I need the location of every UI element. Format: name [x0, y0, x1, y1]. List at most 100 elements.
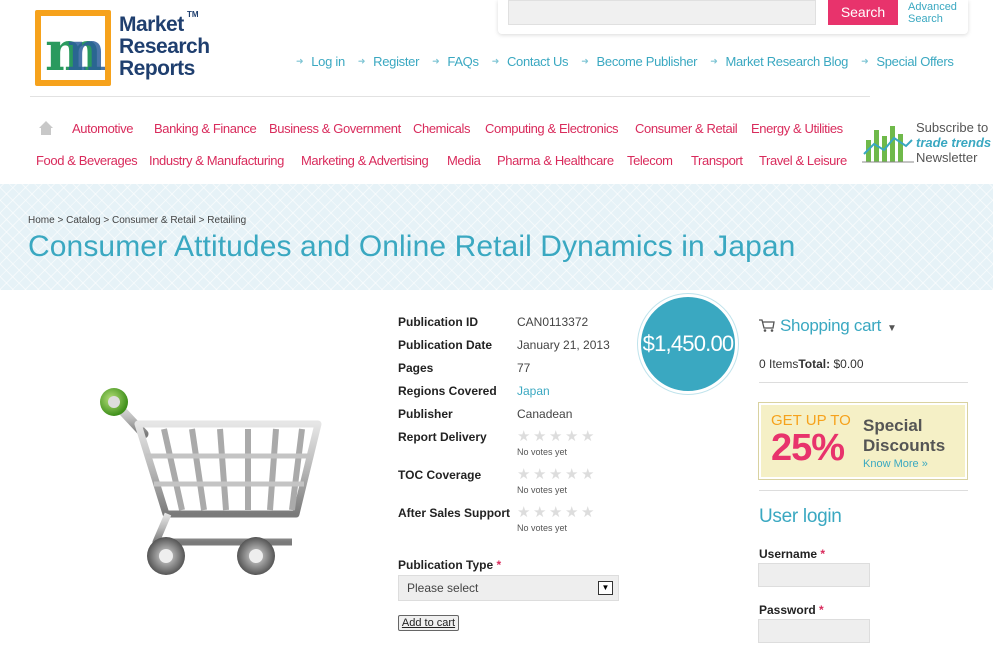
cat-telecom[interactable]: Telecom [627, 153, 673, 168]
star-icon[interactable]: ★ [533, 505, 547, 520]
star-icon[interactable]: ★ [533, 467, 547, 482]
report-delivery-rating: Report Delivery ★ ★ ★ ★ ★ No votes yet [398, 428, 595, 457]
cat-transport[interactable]: Transport [691, 153, 743, 168]
nav-contact[interactable]: ➜ Contact Us [492, 52, 569, 70]
arrow-icon: ➜ [581, 55, 589, 66]
pub-date-value: January 21, 2013 [517, 338, 610, 352]
no-votes-text: No votes yet [517, 523, 568, 533]
cat-banking-finance[interactable]: Banking & Finance [154, 121, 257, 136]
star-icon[interactable]: ★ [565, 429, 579, 444]
star-icon[interactable]: ★ [565, 505, 579, 520]
top-nav: ➜ Log in ➜ Register ➜ FAQs ➜ Contact Us ➜ Bec… [296, 52, 954, 70]
star-rating[interactable]: ★ ★ ★ ★ ★ [517, 429, 595, 444]
username-label: Username * [759, 547, 826, 561]
publication-type-select[interactable]: Please select ▼ [398, 575, 619, 601]
page-title: Consumer Attitudes and Online Retail Dyn… [28, 230, 796, 263]
arrow-icon: ➜ [357, 55, 366, 66]
star-icon[interactable]: ★ [565, 467, 579, 482]
star-icon[interactable]: ★ [517, 505, 531, 520]
star-icon[interactable]: ★ [581, 505, 595, 520]
cat-pharma-healthcare[interactable]: Pharma & Healthcare [497, 153, 614, 168]
no-votes-text: No votes yet [517, 485, 568, 495]
arrow-icon: ➜ [491, 55, 500, 66]
breadcrumb-catalog[interactable]: Catalog [66, 215, 100, 226]
star-icon[interactable]: ★ [549, 467, 563, 482]
cat-marketing-advertising[interactable]: Marketing & Advertising [301, 153, 429, 168]
regions-value-link[interactable]: Japan [517, 384, 550, 398]
chevron-down-icon[interactable]: ▼ [887, 323, 897, 334]
cat-business-government[interactable]: Business & Government [269, 121, 401, 136]
price-value: $1,450.00 [642, 331, 734, 356]
cat-media[interactable]: Media [447, 153, 481, 168]
know-more-link[interactable]: Know More » [863, 458, 928, 470]
search-button[interactable]: Search [828, 0, 898, 25]
special-discounts-promo[interactable]: GET UP TO 25% Special Discounts Know More… [758, 402, 968, 480]
shopping-cart-header[interactable]: Shopping cart ▼ [759, 316, 897, 336]
nav-special-offers[interactable]: ➜ Special Offers [861, 52, 954, 70]
site-logo[interactable]: m n Market Research Reports TM [35, 10, 225, 88]
breadcrumb-consumer-retail[interactable]: Consumer & Retail [112, 215, 196, 226]
newsletter-text: Subscribe to trade trends Newsletter [916, 120, 992, 165]
cat-food-beverages[interactable]: Food & Beverages [36, 153, 138, 168]
arrow-icon: ➜ [710, 55, 718, 66]
logo-wordmark: Market Research Reports [119, 13, 210, 80]
dropdown-arrow-icon[interactable]: ▼ [598, 581, 613, 595]
breadcrumb: Home > Catalog > Consumer & Retail > Ret… [28, 215, 247, 226]
cart-summary: 0 ItemsTotal: $0.00 [759, 357, 864, 371]
password-label: Password * [759, 603, 824, 617]
star-icon[interactable]: ★ [549, 429, 563, 444]
cart-icon [759, 319, 775, 332]
search-input[interactable] [508, 0, 816, 25]
logo-mark: m n [35, 10, 111, 86]
search-bar: Search Advanced Search [498, 0, 968, 34]
cat-energy-utilities[interactable]: Energy & Utilities [751, 121, 843, 136]
star-icon[interactable]: ★ [517, 429, 531, 444]
publication-type-label: Publication Type * [398, 558, 502, 572]
star-icon[interactable]: ★ [581, 467, 595, 482]
publisher-label: Publisher [398, 407, 453, 421]
cat-industry-manufacturing[interactable]: Industry & Manufacturing [149, 153, 284, 168]
nav-register[interactable]: ➜ Register [357, 52, 420, 70]
toc-coverage-rating: TOC Coverage ★ ★ ★ ★ ★ No votes yet [398, 466, 595, 495]
cat-travel-leisure[interactable]: Travel & Leisure [759, 153, 847, 168]
arrow-icon: ➜ [296, 55, 304, 66]
divider [30, 96, 870, 97]
price-badge: $1,450.00 [638, 294, 738, 394]
nav-login[interactable]: ➜ Log in [296, 52, 345, 70]
category-nav-row-2: Food & Beverages Industry & Manufacturin… [0, 153, 860, 171]
user-login-title: User login [759, 506, 842, 527]
no-votes-text: No votes yet [517, 447, 568, 457]
breadcrumb-home[interactable]: Home [28, 215, 55, 226]
divider [759, 490, 968, 491]
newsletter-link[interactable]: Subscribe to trade trends Newsletter [862, 120, 993, 166]
breadcrumb-retailing[interactable]: Retailing [207, 215, 246, 226]
password-field[interactable] [758, 619, 870, 643]
star-rating[interactable]: ★ ★ ★ ★ ★ [517, 505, 595, 520]
nav-become-publisher[interactable]: ➜ Become Publisher [581, 52, 697, 70]
star-icon[interactable]: ★ [581, 429, 595, 444]
divider [759, 382, 968, 383]
pages-value: 77 [517, 361, 531, 375]
after-sales-rating: After Sales Support ★ ★ ★ ★ ★ No votes yet [398, 504, 595, 533]
pub-id-label: Publication ID [398, 315, 479, 329]
nav-blog[interactable]: ➜ Market Research Blog [710, 52, 848, 70]
advanced-search-link[interactable]: Advanced Search [908, 1, 968, 25]
cat-consumer-retail[interactable]: Consumer & Retail [635, 121, 738, 136]
nav-faqs[interactable]: ➜ FAQs [432, 52, 479, 70]
star-icon[interactable]: ★ [533, 429, 547, 444]
category-nav-row-1: Automotive Banking & Finance Business & … [0, 121, 860, 139]
username-field[interactable] [758, 563, 870, 587]
bar-chart-icon [862, 126, 914, 163]
regions-label: Regions Covered [398, 384, 497, 398]
cat-chemicals[interactable]: Chemicals [413, 121, 470, 136]
publisher-value: Canadean [517, 407, 573, 421]
star-rating[interactable]: ★ ★ ★ ★ ★ [517, 467, 595, 482]
trademark: TM [187, 10, 199, 19]
star-icon[interactable]: ★ [517, 467, 531, 482]
star-icon[interactable]: ★ [549, 505, 563, 520]
add-to-cart-button[interactable]: Add to cart [398, 615, 459, 631]
cat-computing-electronics[interactable]: Computing & Electronics [485, 121, 619, 136]
cat-automotive[interactable]: Automotive [72, 121, 133, 136]
arrow-icon: ➜ [432, 55, 440, 66]
svg-text:n: n [67, 19, 106, 83]
